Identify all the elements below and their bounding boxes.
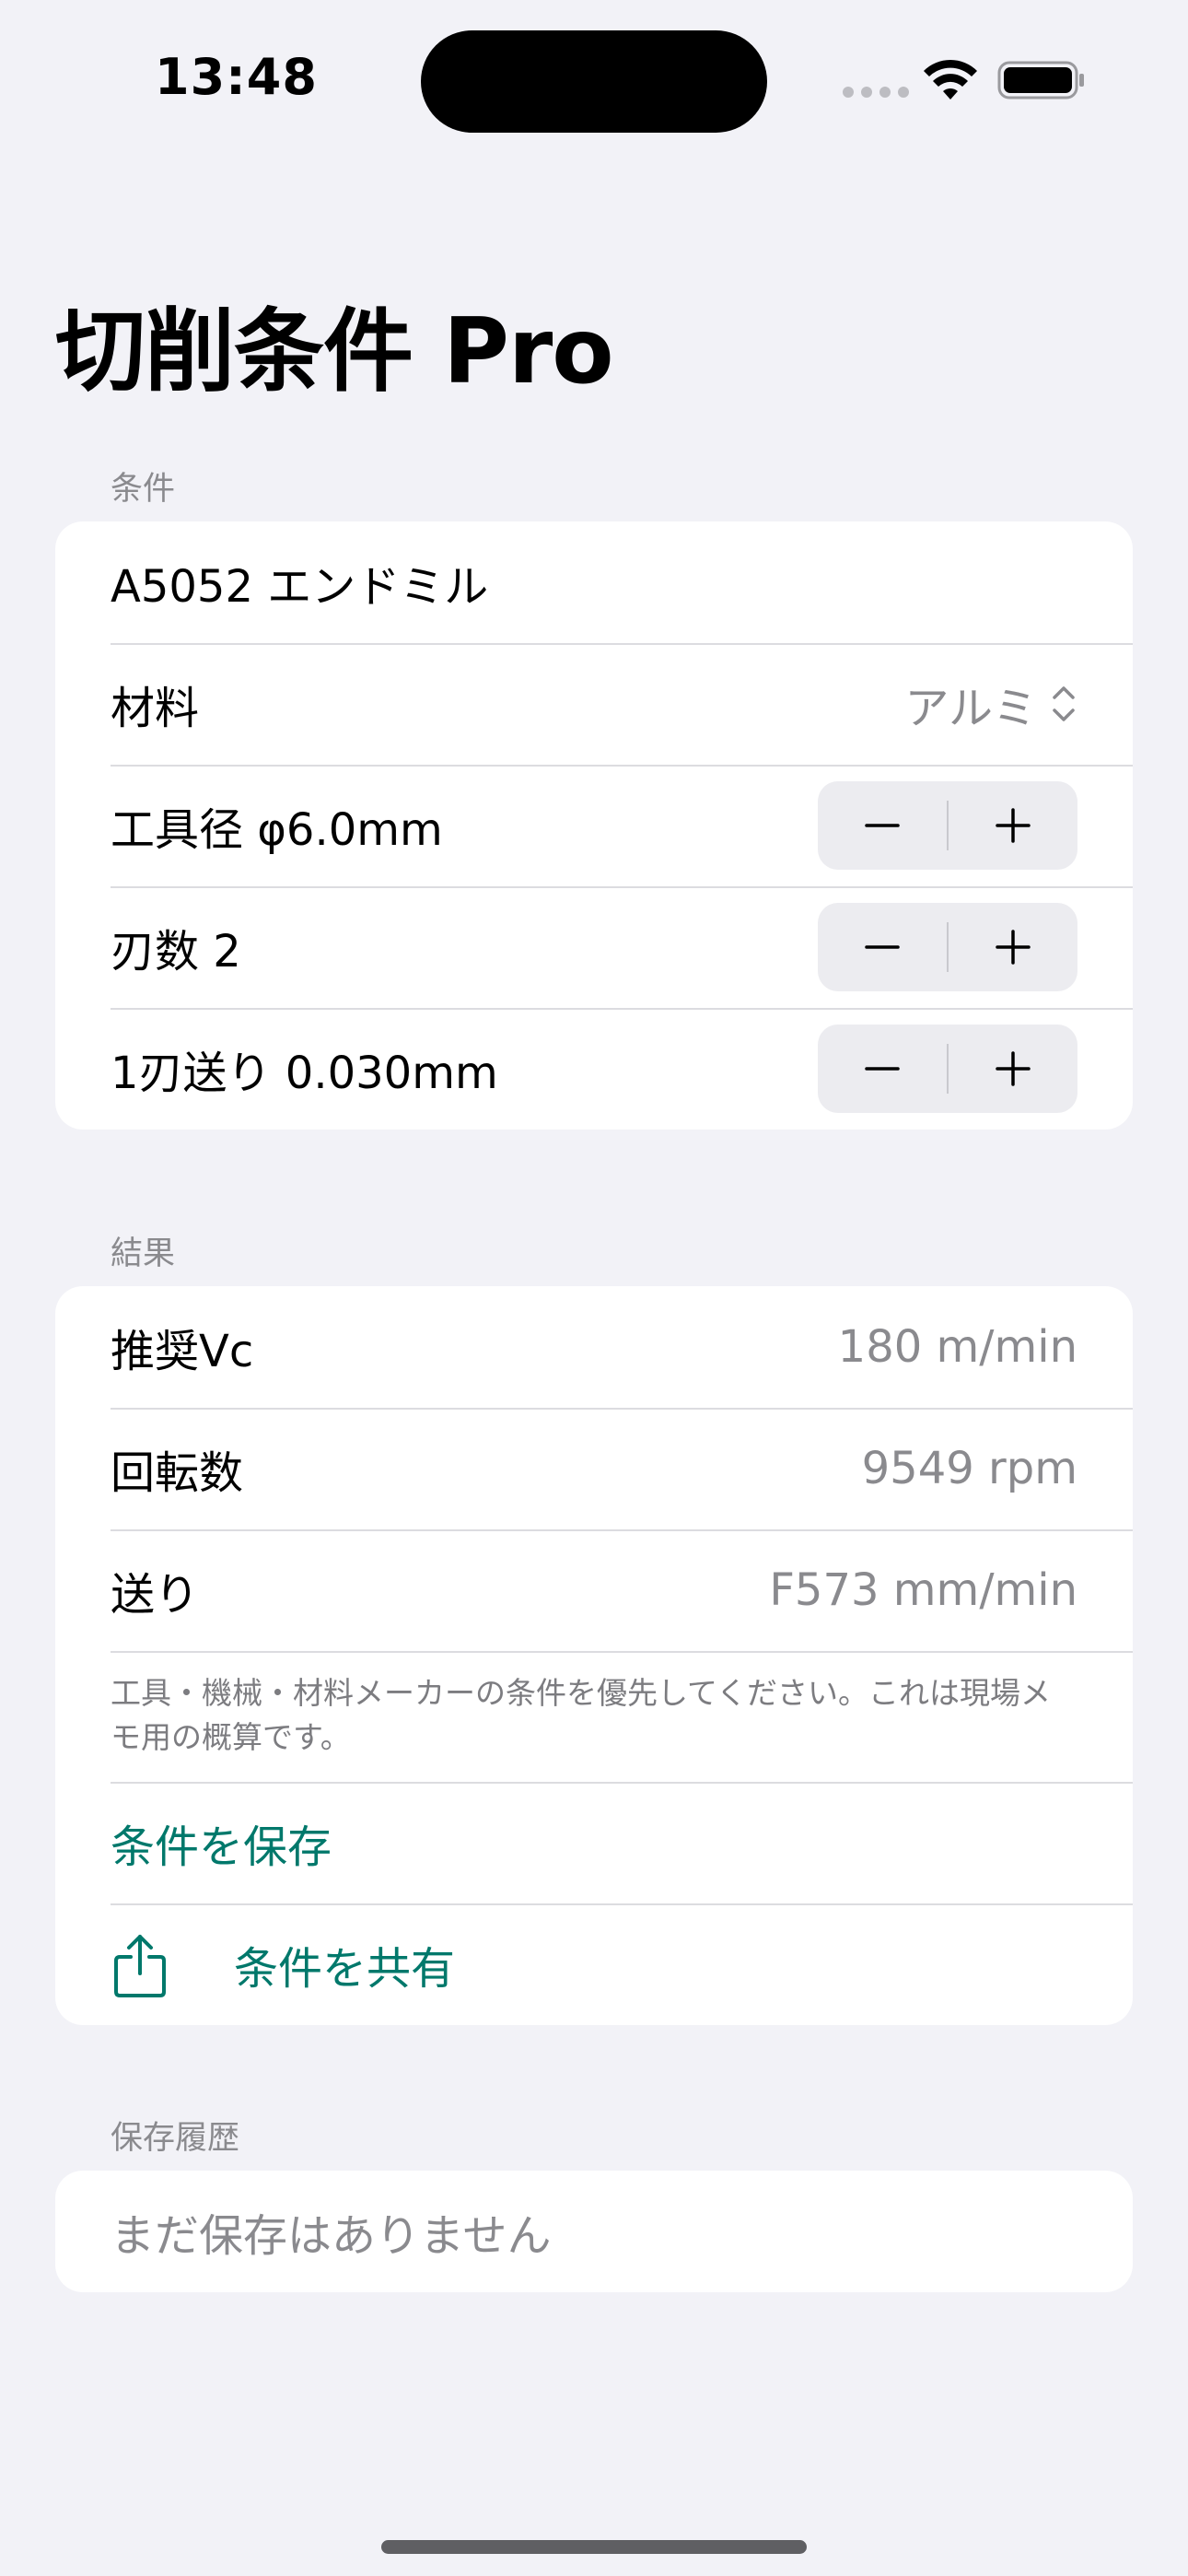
- feed-label: 送り: [111, 1569, 200, 1621]
- feed-per-tooth-decrement-button[interactable]: [818, 1025, 947, 1113]
- material-picker-value: アルミ: [904, 683, 1037, 734]
- share-button[interactable]: 条件を共有: [55, 1903, 1133, 2025]
- tool-diameter-increment-button[interactable]: [949, 781, 1077, 870]
- save-button[interactable]: 条件を保存: [55, 1782, 1133, 1903]
- wifi-icon: [924, 59, 977, 100]
- feed-value: F573 mm/min: [769, 1564, 1077, 1616]
- flutes-label: 刃数 2: [111, 926, 241, 978]
- disclaimer-note: 工具・機械・材料メーカーの条件を優先してください。これは現場メモ用の概算です。: [55, 1651, 1133, 1782]
- feed-per-tooth-row: 1刃送り 0.030mm: [55, 1008, 1133, 1130]
- feed-per-tooth-increment-button[interactable]: [949, 1025, 1077, 1113]
- tool-diameter-row: 工具径 φ6.0mm: [55, 765, 1133, 886]
- tool-diameter-label: 工具径 φ6.0mm: [111, 804, 443, 856]
- battery-icon: [997, 61, 1084, 100]
- history-card: まだ保存はありません: [55, 2171, 1133, 2292]
- condition-name-row[interactable]: A5052 エンドミル: [55, 521, 1133, 643]
- feed-row: 送り F573 mm/min: [55, 1529, 1133, 1651]
- tool-diameter-decrement-button[interactable]: [818, 781, 947, 870]
- section-header-history: 保存履歴: [111, 2120, 240, 2157]
- vc-row: 推奨Vc 180 m/min: [55, 1286, 1133, 1408]
- page-title: 切削条件 Pro: [55, 299, 614, 404]
- material-label: 材料: [111, 683, 200, 734]
- flutes-row: 刃数 2: [55, 886, 1133, 1008]
- condition-name-field[interactable]: A5052 エンドミル: [111, 550, 1077, 615]
- material-picker[interactable]: アルミ: [904, 672, 1077, 736]
- conditions-card: A5052 エンドミル 材料 アルミ 工具径 φ6.0mm 刃数 2 1刃送り …: [55, 521, 1133, 1130]
- plus-icon: [996, 808, 1031, 843]
- flutes-decrement-button[interactable]: [818, 903, 947, 991]
- dynamic-island: [421, 30, 767, 133]
- vc-value: 180 m/min: [837, 1321, 1077, 1373]
- minus-icon: [865, 824, 900, 827]
- status-time: 13:48: [155, 48, 318, 106]
- feed-per-tooth-stepper: [818, 1025, 1077, 1113]
- plus-icon: [996, 930, 1031, 965]
- vc-label: 推奨Vc: [111, 1326, 254, 1377]
- minus-icon: [865, 1067, 900, 1071]
- section-header-results: 結果: [111, 1235, 176, 1272]
- cellular-signal-icon: [843, 87, 909, 98]
- feed-per-tooth-label: 1刃送り 0.030mm: [111, 1048, 498, 1099]
- save-button-label: 条件を保存: [111, 1821, 332, 1873]
- rpm-value: 9549 rpm: [861, 1443, 1077, 1494]
- chevron-updown-icon: [1053, 686, 1075, 721]
- rpm-label: 回転数: [111, 1447, 244, 1499]
- home-indicator[interactable]: [381, 2540, 807, 2554]
- share-icon: [114, 1935, 166, 1997]
- flutes-increment-button[interactable]: [949, 903, 1077, 991]
- tool-diameter-stepper: [818, 781, 1077, 870]
- rpm-row: 回転数 9549 rpm: [55, 1408, 1133, 1529]
- minus-icon: [865, 945, 900, 949]
- history-empty-text: まだ保存はありません: [111, 2210, 552, 2262]
- history-empty-row: まだ保存はありません: [55, 2171, 1133, 2292]
- plus-icon: [996, 1051, 1031, 1086]
- share-button-label: 条件を共有: [234, 1943, 456, 1995]
- results-card: 推奨Vc 180 m/min 回転数 9549 rpm 送り F573 mm/m…: [55, 1286, 1133, 2025]
- flutes-stepper: [818, 903, 1077, 991]
- material-row[interactable]: 材料 アルミ: [55, 643, 1133, 765]
- section-header-conditions: 条件: [111, 471, 176, 508]
